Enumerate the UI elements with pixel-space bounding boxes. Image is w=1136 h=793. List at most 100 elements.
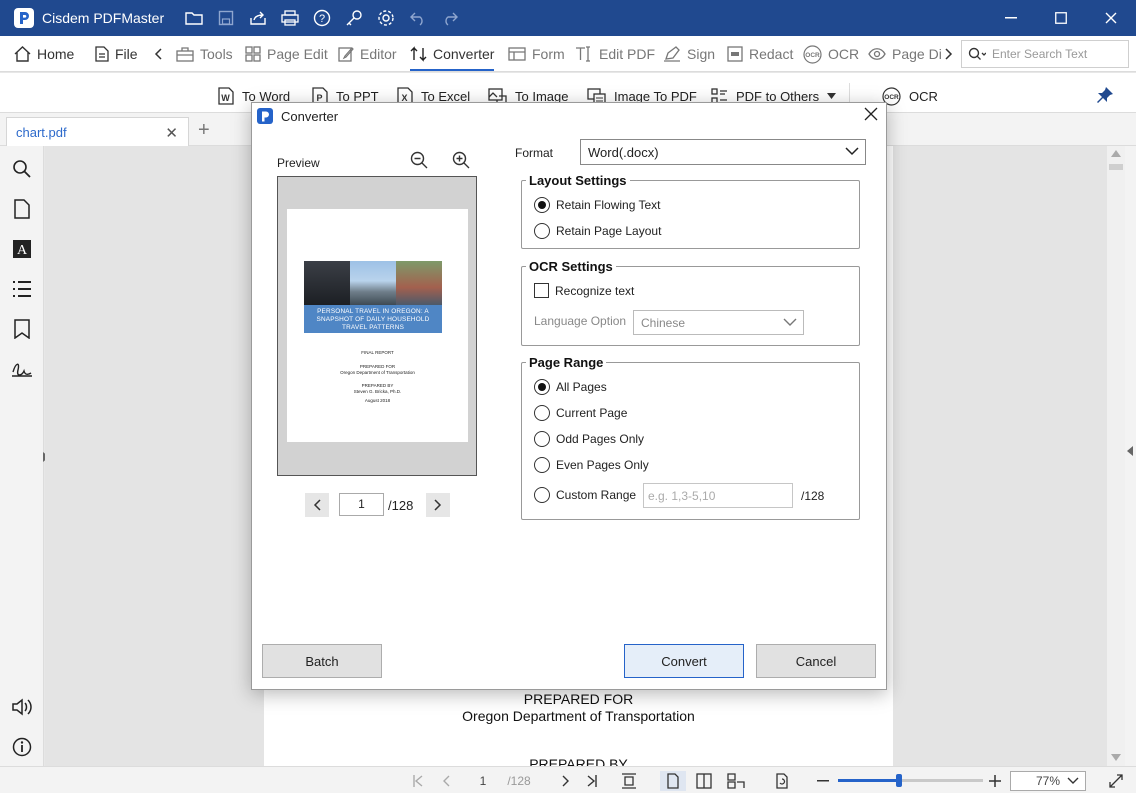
two-page-view-icon[interactable]: [694, 771, 714, 791]
radio-button[interactable]: [534, 457, 550, 473]
dialog-close-icon[interactable]: [864, 107, 878, 121]
speaker-icon[interactable]: [11, 696, 33, 718]
convert-button[interactable]: Convert: [624, 644, 744, 678]
converter-dialog: Converter Preview PERSONAL TRAVEL IN ORE…: [251, 102, 887, 690]
tab-redact[interactable]: Redact: [727, 36, 793, 72]
vertical-scrollbar[interactable]: [1107, 146, 1125, 766]
scroll-left-button[interactable]: [154, 36, 162, 72]
tab-ocr[interactable]: OCR OCR: [803, 36, 859, 72]
info-icon[interactable]: [11, 736, 33, 758]
app-logo-icon: [257, 108, 273, 124]
radio-even-pages[interactable]: Even Pages Only: [534, 457, 649, 473]
close-tab-icon[interactable]: ✕: [165, 124, 178, 142]
signature-panel-icon[interactable]: [11, 358, 33, 380]
scroll-view-icon[interactable]: [726, 771, 746, 791]
first-page-button[interactable]: [410, 771, 426, 791]
tab-file[interactable]: File: [95, 36, 138, 72]
document-tab[interactable]: chart.pdf ✕: [6, 117, 189, 146]
zoom-out-button[interactable]: [814, 771, 832, 791]
tab-home[interactable]: Home: [14, 36, 74, 72]
scrollbar-thumb[interactable]: [1109, 164, 1123, 170]
cancel-button[interactable]: Cancel: [756, 644, 876, 678]
fit-page-icon[interactable]: [620, 771, 638, 791]
zoom-in-button[interactable]: [986, 771, 1004, 791]
single-page-view-icon[interactable]: [660, 771, 686, 791]
zoom-slider-fill: [838, 779, 899, 782]
ocr-button[interactable]: OCR OCR: [882, 85, 938, 107]
scroll-right-button[interactable]: [945, 36, 953, 72]
redo-icon[interactable]: [434, 0, 466, 36]
right-panel-handle[interactable]: [1125, 146, 1136, 766]
recognize-text-label: Recognize text: [555, 283, 635, 298]
key-icon[interactable]: [338, 0, 370, 36]
outline-panel-icon[interactable]: [11, 278, 33, 300]
tab-sign[interactable]: Sign: [663, 36, 715, 72]
zoom-slider-thumb[interactable]: [895, 774, 902, 787]
bookmark-panel-icon[interactable]: [11, 318, 33, 340]
help-icon[interactable]: ?: [306, 0, 338, 36]
tab-redact-label: Redact: [749, 46, 794, 62]
settings-icon[interactable]: [370, 0, 402, 36]
search-input[interactable]: Enter Search Text: [961, 40, 1129, 68]
page-number-field[interactable]: 1: [470, 771, 496, 791]
tab-page-edit-label: Page Edit: [267, 46, 328, 62]
print-icon[interactable]: [274, 0, 306, 36]
radio-button[interactable]: [534, 379, 550, 395]
tab-tools[interactable]: Tools: [176, 36, 233, 72]
radio-button[interactable]: [534, 405, 550, 421]
radio-button[interactable]: [534, 223, 550, 239]
preview-next-button[interactable]: [426, 493, 450, 517]
language-value: Chinese: [641, 315, 686, 330]
minimize-button[interactable]: [986, 0, 1036, 36]
zoom-slider[interactable]: [838, 774, 983, 787]
tab-page-edit[interactable]: Page Edit: [245, 36, 328, 72]
batch-button[interactable]: Batch: [262, 644, 382, 678]
radio-retain-flowing[interactable]: Retain Flowing Text: [534, 197, 661, 213]
close-window-button[interactable]: [1086, 0, 1136, 36]
font-panel-icon[interactable]: A: [11, 238, 33, 260]
zoom-in-icon[interactable]: [452, 151, 470, 169]
recognize-text-checkbox[interactable]: Recognize text: [534, 283, 634, 298]
open-folder-icon[interactable]: [178, 0, 210, 36]
radio-button[interactable]: [534, 431, 550, 447]
save-icon[interactable]: [210, 0, 242, 36]
custom-range-input[interactable]: e.g. 1,3-5,10: [643, 483, 793, 508]
zoom-out-icon[interactable]: [410, 151, 428, 169]
all-pages-label: All Pages: [556, 380, 607, 394]
search-panel-icon[interactable]: [11, 158, 33, 180]
home-icon: [14, 46, 31, 62]
tab-page-display[interactable]: Page Di: [868, 36, 942, 72]
next-page-button[interactable]: [558, 771, 574, 791]
radio-button[interactable]: [534, 487, 550, 503]
rotate-page-icon[interactable]: [772, 771, 792, 791]
preview-prev-button[interactable]: [305, 493, 329, 517]
pages-panel-icon[interactable]: [11, 198, 33, 220]
format-select[interactable]: Word(.docx): [580, 139, 866, 165]
share-icon[interactable]: [242, 0, 274, 36]
language-select[interactable]: Chinese: [633, 310, 804, 335]
pin-icon[interactable]: [1096, 86, 1114, 104]
current-page-label: Current Page: [556, 406, 628, 420]
zoom-select[interactable]: 77%: [1010, 771, 1086, 791]
checkbox[interactable]: [534, 283, 549, 298]
file-icon: [95, 46, 109, 62]
undo-icon[interactable]: [402, 0, 434, 36]
fullscreen-icon[interactable]: [1106, 771, 1126, 791]
preview-page-thumbnail: PERSONAL TRAVEL IN OREGON: A SNAPSHOT OF…: [287, 209, 468, 442]
tab-edit-pdf[interactable]: Edit PDF: [575, 36, 655, 72]
tab-editor[interactable]: Editor: [338, 36, 397, 72]
radio-button[interactable]: [534, 197, 550, 213]
cover-prepared-for: PREPARED FOR: [359, 364, 396, 369]
radio-custom-range[interactable]: Custom Range: [534, 487, 636, 503]
prev-page-button[interactable]: [438, 771, 454, 791]
radio-all-pages[interactable]: All Pages: [534, 379, 607, 395]
radio-current-page[interactable]: Current Page: [534, 405, 627, 421]
radio-retain-layout[interactable]: Retain Page Layout: [534, 223, 661, 239]
preview-page-input[interactable]: 1: [339, 493, 384, 516]
tab-converter[interactable]: Converter: [410, 36, 495, 72]
tab-form[interactable]: Form: [508, 36, 565, 72]
maximize-button[interactable]: [1036, 0, 1086, 36]
radio-odd-pages[interactable]: Odd Pages Only: [534, 431, 644, 447]
last-page-button[interactable]: [584, 771, 600, 791]
add-tab-icon[interactable]: +: [198, 119, 210, 142]
